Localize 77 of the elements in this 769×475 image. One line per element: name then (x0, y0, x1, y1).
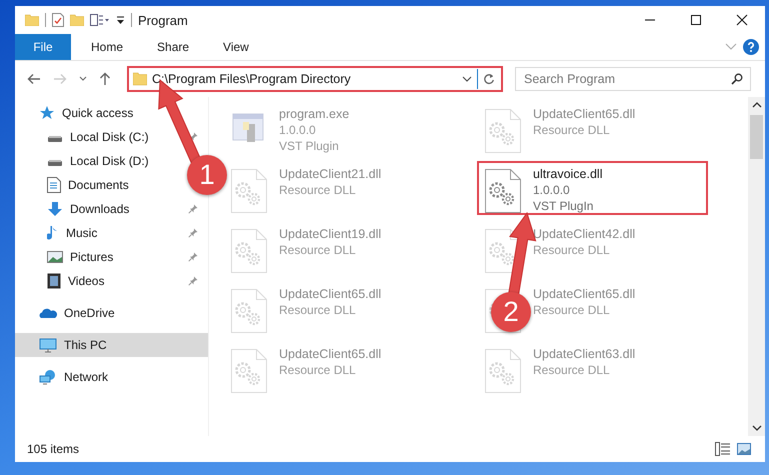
folder-icon (133, 72, 147, 86)
file-detail: Resource DLL (279, 362, 357, 378)
file-tab[interactable]: File (15, 34, 71, 60)
scroll-down-icon[interactable] (752, 424, 762, 432)
large-icons-view-icon[interactable] (737, 443, 751, 455)
sidebar-item[interactable]: Documents (47, 173, 129, 197)
sidebar-label: Local Disk (C:) (70, 130, 149, 144)
gear-file-icon (229, 348, 269, 394)
download-icon (47, 201, 63, 217)
sidebar-label: Quick access (62, 106, 134, 120)
dropdown-icon[interactable] (462, 76, 472, 82)
sidebar-item[interactable]: OneDrive (15, 301, 208, 325)
file-detail: Resource DLL (533, 302, 611, 318)
gear-file-icon (483, 348, 523, 394)
customize-icon[interactable] (90, 14, 110, 26)
up-icon[interactable] (99, 72, 111, 86)
picture-icon (47, 250, 63, 264)
gear-file-icon (229, 228, 269, 274)
sidebar-label: Network (64, 370, 108, 384)
file-detail: 1.0.0.0 (533, 182, 571, 198)
sidebar-label: Downloads (70, 202, 130, 216)
sidebar-label: Videos (68, 274, 104, 288)
file-detail: VST Plugin (279, 138, 340, 154)
address-path: C:\Program Files\Program Directory (152, 72, 352, 86)
sidebar-label: Local Disk (D:) (70, 154, 149, 168)
sidebar-item[interactable]: This PC (15, 333, 208, 357)
network-icon (39, 369, 57, 385)
monitor-icon (39, 338, 57, 352)
sidebar-item[interactable]: Local Disk (D:) (47, 149, 149, 173)
window-title: Program (138, 12, 188, 28)
scroll-up-icon[interactable] (752, 101, 762, 109)
gear-file-icon (229, 168, 269, 214)
ribbon-tab[interactable]: Share (143, 34, 204, 60)
file-detail: Resource DLL (533, 122, 611, 138)
music-note-icon (47, 225, 59, 241)
sidebar-item[interactable]: Network (15, 365, 208, 389)
sidebar-item[interactable]: Pictures (47, 245, 114, 269)
gear-file-icon (483, 108, 523, 154)
sidebar-label: Documents (68, 178, 129, 192)
item-count: 105 items (27, 442, 80, 456)
sidebar-label: Music (66, 226, 98, 240)
sidebar-item[interactable]: Videos (47, 269, 104, 293)
file-detail: 1.0.0.0 (279, 122, 317, 138)
file-detail: Resource DLL (279, 182, 357, 198)
sidebar-item[interactable]: Local Disk (C:) (47, 125, 149, 149)
gear-file-icon (483, 168, 523, 214)
help-icon[interactable] (743, 39, 759, 55)
properties-icon[interactable] (52, 13, 64, 27)
cloud-icon (39, 307, 57, 319)
document-icon (47, 177, 61, 193)
refresh-icon[interactable] (483, 73, 495, 85)
recent-locations-icon[interactable] (79, 76, 87, 82)
search-icon (731, 73, 743, 85)
ribbon-tab[interactable]: Home (77, 34, 138, 60)
sidebar-label: Pictures (70, 250, 114, 264)
address-bar[interactable]: C:\Program Files\Program Directory (127, 66, 503, 92)
file-name[interactable]: ultravoice.dll (533, 166, 602, 182)
back-icon[interactable] (27, 73, 41, 85)
sidebar-item[interactable]: Music (47, 221, 98, 245)
sidebar-item[interactable]: Downloads (47, 197, 130, 221)
file-detail: Resource DLL (533, 362, 611, 378)
sidebar-label: OneDrive (64, 306, 115, 320)
gear-file-icon (229, 288, 269, 334)
star-icon (39, 105, 55, 121)
file-detail: Resource DLL (533, 242, 611, 258)
details-view-icon[interactable] (715, 442, 731, 456)
film-icon (47, 273, 61, 289)
file-detail: Resource DLL (279, 242, 357, 258)
search-field[interactable]: Search Program (515, 67, 751, 91)
sidebar-item[interactable]: Quick access (15, 101, 208, 125)
scroll-thumb[interactable] (750, 115, 763, 159)
scrollbar[interactable] (748, 97, 765, 436)
sidebar-label: This PC (64, 338, 107, 352)
ribbon-tab[interactable]: View (209, 34, 263, 60)
file-detail: VST PlugIn (533, 198, 594, 214)
file-detail: Resource DLL (279, 302, 357, 318)
dropdown-icon[interactable] (116, 15, 125, 25)
